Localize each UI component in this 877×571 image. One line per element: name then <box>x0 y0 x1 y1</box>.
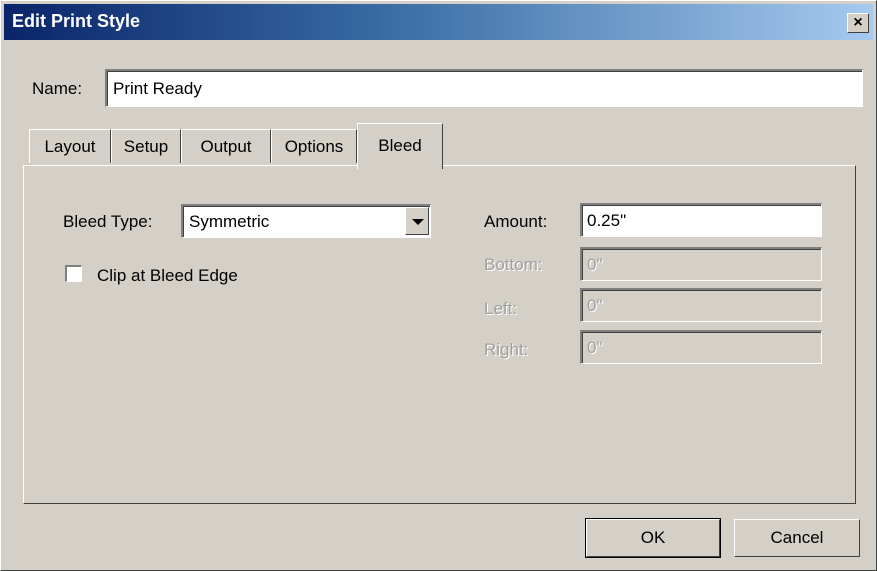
amount-label: Amount: <box>484 212 548 231</box>
bleed-type-select[interactable]: Symmetric <box>181 204 431 238</box>
close-button[interactable]: × <box>847 13 869 33</box>
name-input[interactable]: Print Ready <box>105 69 863 107</box>
left-label: Left: <box>484 299 518 318</box>
right-input: 0" <box>580 330 822 364</box>
tab-layout[interactable]: Layout <box>29 129 111 163</box>
clip-at-bleed-edge-checkbox[interactable] <box>65 265 82 282</box>
amount-value: 0.25" <box>587 211 627 230</box>
close-icon: × <box>853 14 863 31</box>
tab-setup[interactable]: Setup <box>111 129 181 163</box>
name-label: Name: <box>32 79 83 98</box>
tab-output-label: Output <box>200 137 252 156</box>
ok-button[interactable]: OK <box>585 518 721 558</box>
tab-layout-label: Layout <box>44 137 96 156</box>
ok-button-label: OK <box>640 528 666 547</box>
bleed-type-dropdown-button[interactable] <box>405 207 429 235</box>
left-input: 0" <box>580 288 822 322</box>
title-bar: Edit Print Style × <box>4 4 873 40</box>
tab-setup-label: Setup <box>123 137 169 156</box>
clip-at-bleed-edge-label[interactable]: Clip at Bleed Edge <box>97 266 238 286</box>
bottom-label: Bottom: <box>484 255 543 274</box>
bottom-input: 0" <box>580 247 822 281</box>
bottom-value: 0" <box>587 255 603 274</box>
chevron-down-icon <box>412 219 424 225</box>
edit-print-style-dialog: Edit Print Style × Name: Print Ready Lay… <box>0 0 877 571</box>
right-value: 0" <box>587 338 603 357</box>
cancel-button-label: Cancel <box>770 528 824 547</box>
right-label: Right: <box>484 340 529 359</box>
tab-options[interactable]: Options <box>271 129 357 163</box>
tab-options-label: Options <box>284 137 344 156</box>
tab-bleed-label: Bleed <box>378 136 422 155</box>
dialog-title: Edit Print Style <box>12 11 141 31</box>
amount-input[interactable]: 0.25" <box>580 203 822 237</box>
name-input-value: Print Ready <box>113 79 202 98</box>
tab-output[interactable]: Output <box>181 129 271 163</box>
bleed-type-value: Symmetric <box>189 212 270 231</box>
tab-bleed[interactable]: Bleed <box>357 123 443 169</box>
cancel-button[interactable]: Cancel <box>734 519 860 557</box>
left-value: 0" <box>587 296 603 315</box>
bleed-type-label: Bleed Type: <box>63 212 153 231</box>
